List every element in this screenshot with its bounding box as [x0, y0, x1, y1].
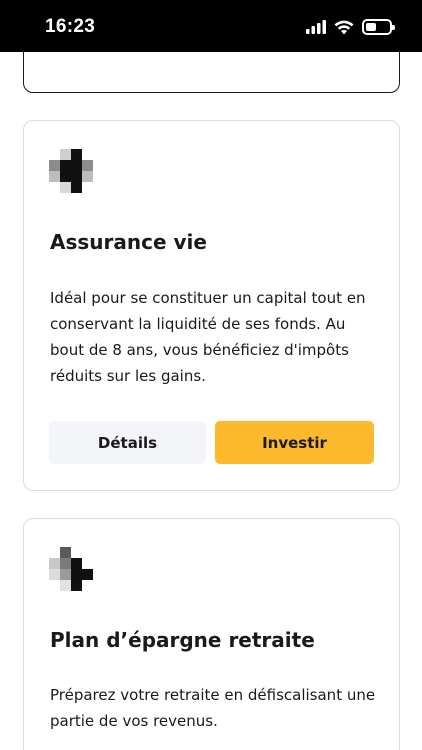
- life-insurance-cross-icon: [49, 149, 93, 193]
- retirement-arrow-icon: [49, 547, 93, 591]
- card-title: Plan d’épargne retraite: [50, 628, 315, 652]
- product-card-assurance-vie: Assurance vie Idéal pour se constituer u…: [23, 120, 400, 491]
- battery-level: [366, 23, 376, 31]
- card-title: Assurance vie: [50, 230, 207, 254]
- previous-product-card: [23, 52, 400, 93]
- status-bar: 16:23: [0, 0, 422, 52]
- card-description: Préparez votre retraite en défiscalisant…: [50, 686, 376, 730]
- signal-icon: [306, 20, 326, 34]
- invest-button[interactable]: Investir: [215, 421, 374, 464]
- status-time: 16:23: [45, 16, 96, 37]
- product-card-plan-epargne-retraite: Plan d’épargne retraite Préparez votre r…: [23, 518, 400, 750]
- product-list[interactable]: Assurance vie Idéal pour se constituer u…: [0, 52, 422, 750]
- card-description: Idéal pour se constituer un capital tout…: [50, 289, 366, 385]
- status-icons: [306, 19, 395, 35]
- details-button[interactable]: Détails: [49, 421, 206, 464]
- battery-icon: [362, 19, 395, 35]
- wifi-icon: [334, 20, 354, 34]
